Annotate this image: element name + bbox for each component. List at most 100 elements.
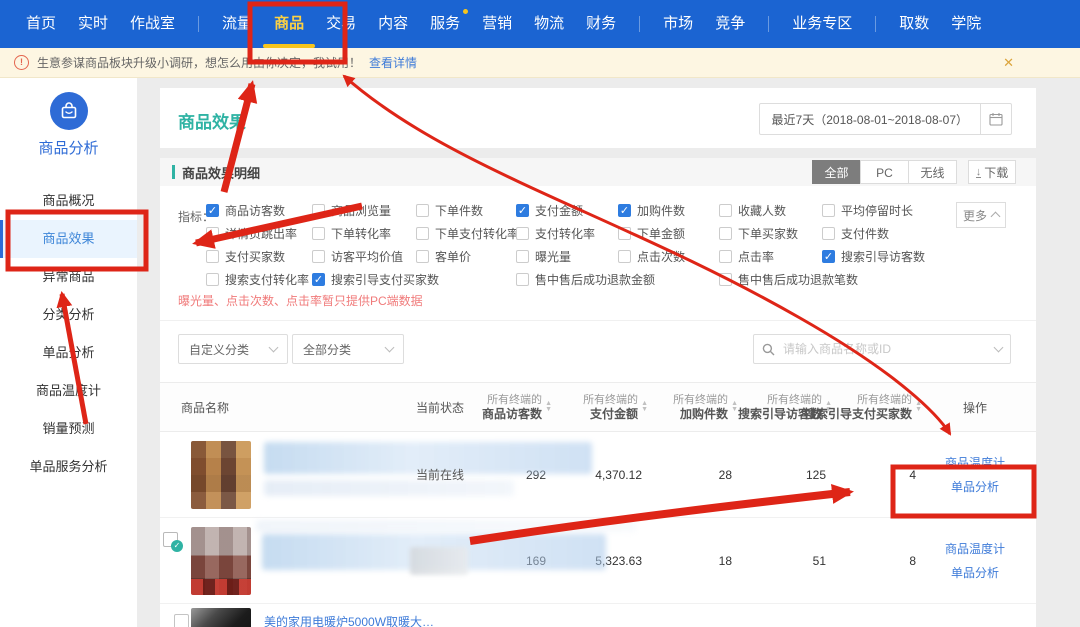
nav-item-商品[interactable]: 商品 [263, 0, 315, 48]
nav-item-竞争[interactable]: 竞争 [704, 0, 756, 48]
nav-item-财务[interactable]: 财务 [575, 0, 627, 48]
nav-item-交易[interactable]: 交易 [315, 0, 367, 48]
metric-checkbox-下单转化率[interactable]: 下单转化率 [312, 225, 391, 242]
action-single-item-analysis[interactable]: 单品分析 [951, 564, 999, 581]
action-product-thermometer[interactable]: 商品温度计 [945, 454, 1005, 471]
metric-checkbox-搜索支付转化率[interactable]: 搜索支付转化率 [206, 271, 309, 288]
section-title: 商品效果明细 [182, 163, 260, 182]
checkbox-icon [719, 250, 732, 263]
row-checkbox[interactable] [174, 614, 189, 627]
tab-全部[interactable]: 全部 [812, 160, 861, 184]
metric-checkbox-下单买家数[interactable]: 下单买家数 [719, 225, 798, 242]
metric-checkbox-访客平均价值[interactable]: 访客平均价值 [312, 248, 403, 265]
action-product-thermometer[interactable]: 商品温度计 [945, 540, 1005, 557]
metric-checkbox-商品访客数[interactable]: ✓商品访客数 [206, 202, 285, 219]
chevron-down-icon [994, 343, 1004, 353]
column-header-text: 所有终端的加购件数 [673, 394, 728, 421]
nav-item-实时[interactable]: 实时 [67, 0, 119, 48]
nav-item-市场[interactable]: 市场 [652, 0, 704, 48]
metric-checkbox-平均停留时长[interactable]: 平均停留时长 [822, 202, 913, 219]
metric-checkbox-下单支付转化率[interactable]: 下单支付转化率 [416, 225, 519, 242]
column-header-商品访客数[interactable]: 所有终端的商品访客数▲▼ [480, 394, 552, 421]
metric-label: 下单件数 [435, 202, 483, 219]
metric-checkbox-商品浏览量[interactable]: 商品浏览量 [312, 202, 391, 219]
metric-checkbox-售中售后成功退款笔数[interactable]: 售中售后成功退款笔数 [719, 271, 858, 288]
checkbox-icon [719, 227, 732, 240]
checkbox-checked-icon: ✓ [516, 204, 529, 217]
nav-item-服务[interactable]: 服务 [419, 0, 471, 48]
checkbox-checked-icon: ✓ [312, 273, 325, 286]
nav-divider [198, 16, 199, 32]
sidebar-title: 商品分析 [0, 137, 137, 158]
sidebar-item-销量预测[interactable]: 销量预测 [0, 410, 137, 448]
sidebar-item-商品效果[interactable]: 商品效果 [0, 220, 137, 258]
sort-icons: ▲▼ [731, 401, 738, 413]
nav-item-内容[interactable]: 内容 [367, 0, 419, 48]
metric-label: 详情页跳出率 [225, 225, 297, 242]
metric-checkbox-下单金额[interactable]: 下单金额 [618, 225, 685, 242]
metric-label: 点击率 [738, 248, 774, 265]
nav-item-流量[interactable]: 流量 [211, 0, 263, 48]
nav-divider [639, 16, 640, 32]
tab-无线[interactable]: 无线 [908, 160, 957, 184]
metric-checkbox-支付金额[interactable]: ✓支付金额 [516, 202, 583, 219]
all-category-value: 全部分类 [303, 341, 351, 358]
date-range-picker[interactable]: 最近7天（2018-08-01~2018-08-07） [759, 103, 1012, 135]
checkbox-icon [618, 227, 631, 240]
product-name-link[interactable]: 美的家用电暖炉5000W取暖大… [264, 613, 434, 627]
sidebar-item-分类分析[interactable]: 分类分析 [0, 296, 137, 334]
metric-checkbox-加购件数[interactable]: ✓ 加购件数 [618, 202, 685, 219]
download-button[interactable]: ↓ 下载 [968, 160, 1016, 184]
sidebar-item-异常商品[interactable]: 异常商品 [0, 258, 137, 296]
sidebar-item-商品温度计[interactable]: 商品温度计 [0, 372, 137, 410]
action-single-item-analysis[interactable]: 单品分析 [951, 478, 999, 495]
search-input[interactable] [781, 341, 995, 357]
metric-label: 搜索引导支付买家数 [331, 271, 439, 288]
redacted-streak [256, 520, 636, 532]
metric-label: 加购件数 [637, 202, 685, 219]
close-icon[interactable]: ✕ [1003, 55, 1014, 71]
metric-checkbox-客单价[interactable]: 客单价 [416, 248, 471, 265]
metric-checkbox-点击次数[interactable]: 点击次数 [618, 248, 685, 265]
nav-item-营销[interactable]: 营销 [471, 0, 523, 48]
tab-PC[interactable]: PC [860, 160, 909, 184]
nav-item-首页[interactable]: 首页 [15, 0, 67, 48]
custom-category-select[interactable]: 自定义分类 [178, 334, 288, 364]
metric-checkbox-搜索引导支付买家数[interactable]: ✓ 搜索引导支付买家数 [312, 271, 439, 288]
checkbox-icon [719, 273, 732, 286]
cart-adds-cell: 28 [648, 468, 738, 482]
nav-item-作战室[interactable]: 作战室 [119, 0, 186, 48]
column-header-支付金额[interactable]: 所有终端的支付金额▲▼ [552, 394, 648, 421]
metric-checkbox-收藏人数[interactable]: 收藏人数 [719, 202, 786, 219]
all-category-select[interactable]: 全部分类 [292, 334, 404, 364]
cart-adds-cell: 18 [648, 554, 738, 568]
metrics-checkbox-grid: ✓商品访客数商品浏览量下单件数✓支付金额✓加购件数收藏人数平均停留时长详情页跳出… [206, 202, 966, 298]
sidebar-item-单品服务分析[interactable]: 单品服务分析 [0, 448, 137, 486]
nav-item-业务专区[interactable]: 业务专区 [781, 0, 863, 48]
nav-item-取数[interactable]: 取数 [888, 0, 940, 48]
sidebar-item-单品分析[interactable]: 单品分析 [0, 334, 137, 372]
metric-checkbox-曝光量[interactable]: 曝光量 [516, 248, 571, 265]
selected-check-badge[interactable] [163, 532, 178, 547]
search-icon [762, 343, 775, 356]
column-header-加购件数[interactable]: 所有终端的加购件数▲▼ [648, 394, 738, 421]
checkbox-checked-icon: ✓ [618, 204, 631, 217]
metric-checkbox-支付件数[interactable]: 支付件数 [822, 225, 889, 242]
column-header-搜索引导支付买家数[interactable]: 所有终端的搜索引导支付买家数▲▼ [832, 394, 922, 421]
metric-checkbox-支付买家数[interactable]: 支付买家数 [206, 248, 285, 265]
sidebar-item-商品概况[interactable]: 商品概况 [0, 182, 137, 220]
metric-checkbox-支付转化率[interactable]: 支付转化率 [516, 225, 595, 242]
metric-checkbox-搜索引导访客数[interactable]: ✓搜索引导访客数 [822, 248, 925, 265]
notice-detail-link[interactable]: 查看详情 [369, 54, 417, 71]
sort-desc-icon: ▼ [731, 407, 738, 413]
nav-item-物流[interactable]: 物流 [523, 0, 575, 48]
metric-checkbox-下单件数[interactable]: 下单件数 [416, 202, 483, 219]
nav-item-学院[interactable]: 学院 [940, 0, 992, 48]
more-metrics-button[interactable]: 更多 [956, 202, 1006, 228]
download-label: 下载 [984, 164, 1008, 181]
column-header-metric: 支付金额 [583, 407, 638, 421]
metric-checkbox-点击率[interactable]: 点击率 [719, 248, 774, 265]
metric-checkbox-售中售后成功退款金额[interactable]: 售中售后成功退款金额 [516, 271, 655, 288]
column-header-商品名称: 商品名称 [172, 399, 400, 416]
metric-checkbox-详情页跳出率[interactable]: 详情页跳出率 [206, 225, 297, 242]
